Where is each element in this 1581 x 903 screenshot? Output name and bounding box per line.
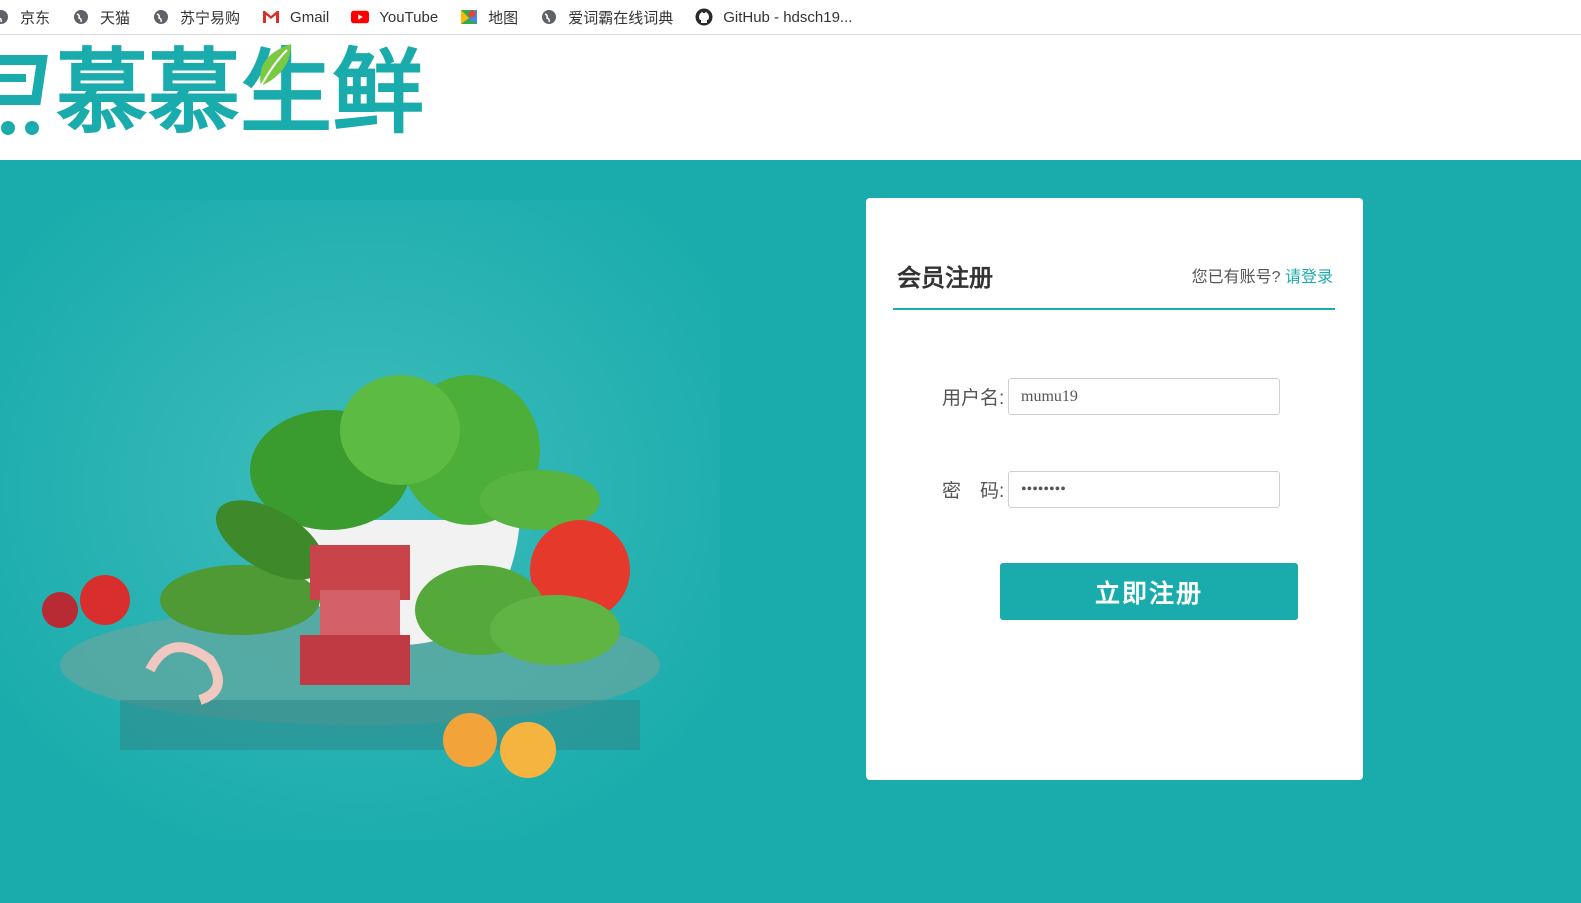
bookmark-suning[interactable]: 苏宁易购 (152, 7, 240, 28)
bookmark-github[interactable]: GitHub - hdsch19... (695, 8, 852, 26)
bookmark-label: Gmail (290, 8, 330, 26)
login-link[interactable]: 请登录 (1285, 269, 1333, 286)
username-label: 用户名: (942, 388, 1005, 409)
bookmark-label: 地图 (488, 9, 519, 27)
username-row: 用户名: (942, 378, 1280, 415)
password-row: 密 码: (942, 471, 1280, 508)
bookmark-label: 京东 (20, 9, 51, 27)
globe-icon (540, 8, 558, 26)
bookmark-label: 天猫 (100, 9, 131, 27)
bookmark-label: 爱词霸在线词典 (568, 9, 674, 27)
register-header: 会员注册 您已有账号? 请登录 (893, 246, 1335, 310)
register-submit-button[interactable]: 立即注册 (1000, 563, 1298, 620)
site-logo[interactable]: 慕慕生鲜 (0, 40, 424, 145)
bookmark-jd[interactable]: 京东 (0, 7, 50, 28)
github-icon (695, 8, 713, 26)
password-input[interactable] (1008, 471, 1280, 508)
login-prompt: 您已有账号? 请登录 (1192, 263, 1333, 287)
have-account-text: 您已有账号? (1191, 269, 1281, 286)
bookmark-label: GitHub - hdsch19... (723, 8, 853, 26)
password-label: 密 码: (942, 481, 1005, 502)
site-header: 慕慕生鲜 (0, 35, 1581, 160)
bookmark-tmall[interactable]: 天猫 (72, 7, 130, 28)
bookmark-youtube[interactable]: YouTube (351, 8, 438, 26)
bookmark-maps[interactable]: 地图 (460, 7, 518, 28)
register-card: 会员注册 您已有账号? 请登录 用户名: 密 码: 立即注册 (866, 198, 1363, 780)
leaf-icon (255, 42, 295, 95)
cart-icon (0, 40, 48, 145)
globe-icon (72, 8, 90, 26)
vegetables-image (0, 200, 720, 840)
maps-icon (460, 8, 478, 26)
bookmark-iciba[interactable]: 爱词霸在线词典 (540, 7, 673, 28)
register-title: 会员注册 (897, 265, 993, 292)
bookmarks-bar: 京东 天猫 苏宁易购 Gmail YouTube 地图 爱词霸在线词典 GitH… (0, 0, 1581, 35)
globe-icon (152, 8, 170, 26)
bookmark-label: 苏宁易购 (180, 9, 241, 27)
logo-text: 慕慕生鲜 (56, 38, 425, 146)
gmail-icon (262, 8, 281, 26)
bookmark-label: YouTube (379, 8, 439, 26)
username-input[interactable] (1008, 378, 1280, 415)
bookmark-gmail[interactable]: Gmail (262, 8, 329, 26)
youtube-icon (351, 8, 370, 26)
globe-icon (0, 8, 10, 26)
